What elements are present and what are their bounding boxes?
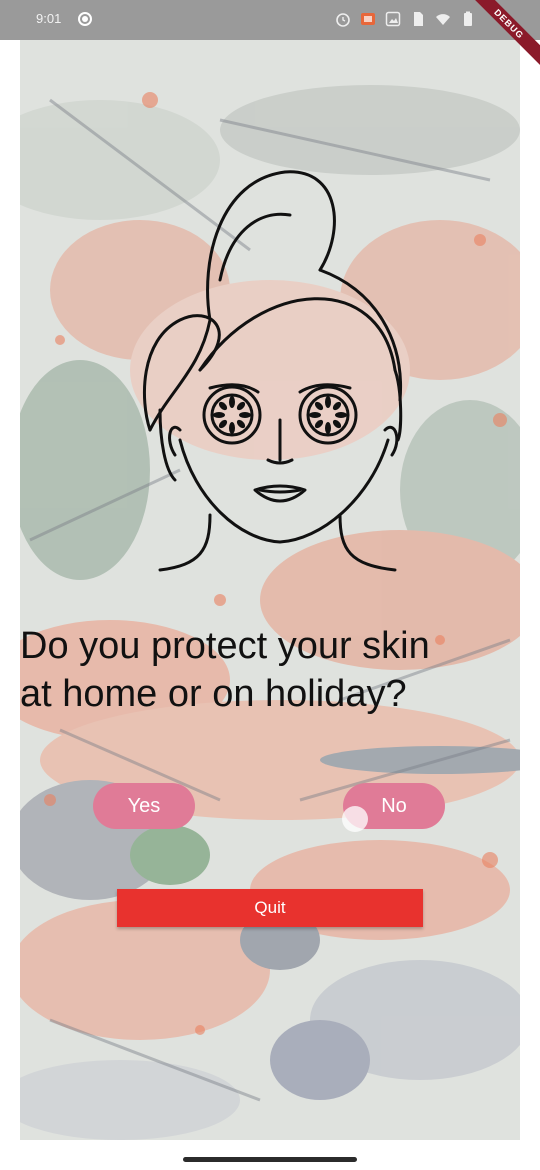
status-bar: 9:01: [0, 0, 540, 40]
status-icons: [335, 11, 476, 29]
question-line-2: at home or on holiday?: [20, 673, 407, 715]
question-line-1: Do you protect your skin: [20, 625, 430, 667]
touch-indicator: [342, 806, 368, 832]
question-text: Do you protect your skin at home or on ho…: [20, 622, 520, 718]
status-time: 9:01: [36, 11, 62, 26]
cast-icon: [360, 11, 376, 27]
wifi-icon: [435, 11, 451, 27]
yes-button[interactable]: Yes: [93, 783, 195, 829]
alarm-icon: [335, 11, 351, 27]
navigation-bar: [0, 1140, 540, 1170]
sim-icon: [410, 11, 426, 27]
quit-button[interactable]: Quit: [117, 889, 423, 927]
photo-icon: [385, 11, 401, 27]
home-indicator[interactable]: [183, 1157, 357, 1162]
battery-icon: [460, 11, 476, 27]
circle-dot-icon: [78, 12, 92, 26]
app-screen: Do you protect your skin at home or on ho…: [20, 40, 520, 1140]
face-mask-woman-icon: [142, 170, 403, 572]
